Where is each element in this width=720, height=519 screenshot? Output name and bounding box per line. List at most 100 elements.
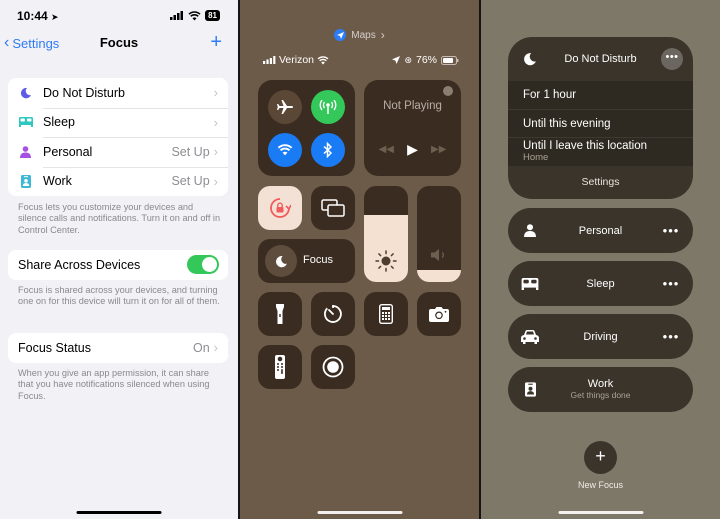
id-badge-icon xyxy=(20,174,31,188)
brightness-slider[interactable] xyxy=(364,186,408,282)
new-focus-button[interactable]: + xyxy=(584,441,617,474)
timer-icon xyxy=(324,305,342,323)
home-indicator[interactable] xyxy=(317,511,402,514)
bed-icon xyxy=(521,277,539,290)
moon-icon xyxy=(275,255,287,267)
location-arrow-icon xyxy=(334,29,347,41)
remote-icon xyxy=(275,355,285,379)
location-app-label: Maps xyxy=(351,29,376,41)
now-playing-module[interactable]: Not Playing ◀◀ ▶ ▶▶ xyxy=(364,80,461,176)
focus-mode-label: Driving xyxy=(583,330,618,343)
battery-percent: 76% xyxy=(415,54,437,66)
more-options-button[interactable]: ••• xyxy=(649,329,693,344)
timer-button[interactable] xyxy=(311,292,355,336)
focus-button[interactable]: Focus xyxy=(258,239,355,283)
screen-mirroring-button[interactable] xyxy=(311,186,355,230)
option-for-1-hour[interactable]: For 1 hour xyxy=(508,81,693,110)
focus-modes-list: Do Not Disturb › Sleep › Personal Set Up… xyxy=(8,78,228,196)
calculator-icon xyxy=(379,304,393,324)
rewind-button[interactable]: ◀◀ xyxy=(379,144,394,155)
duration-options: For 1 hour Until this evening Until I le… xyxy=(508,81,693,166)
moon-icon xyxy=(20,87,31,99)
new-focus-label: New Focus xyxy=(577,480,623,490)
battery-icon: 81 xyxy=(205,10,220,21)
wifi-icon xyxy=(188,10,201,20)
focus-mode-value: Set Up xyxy=(171,174,210,189)
flashlight-button[interactable] xyxy=(258,292,302,336)
orientation-lock-toggle[interactable] xyxy=(258,186,302,230)
focus-mode-label: Sleep xyxy=(586,277,615,290)
fast-forward-button[interactable]: ▶▶ xyxy=(431,144,446,155)
home-indicator[interactable] xyxy=(76,511,162,514)
focus-status-label: Focus Status xyxy=(18,340,91,355)
focus-status-row[interactable]: Focus Status On › xyxy=(8,333,228,363)
do-not-disturb-header[interactable]: Do Not Disturb ••• xyxy=(508,37,693,81)
focus-mode-sleep[interactable]: Sleep › xyxy=(8,107,228,138)
home-indicator[interactable] xyxy=(558,511,643,514)
status-time: 10:44 ➤ xyxy=(17,9,59,23)
option-label: Until this evening xyxy=(523,117,611,130)
focus-mode-label: Personal xyxy=(43,144,93,159)
rotation-lock-icon xyxy=(270,198,291,218)
option-until-leave-location[interactable]: Until I leave this location Home xyxy=(508,138,693,166)
more-options-button[interactable]: ••• xyxy=(649,276,693,291)
play-button[interactable]: ▶ xyxy=(407,141,418,158)
option-sublabel: Home xyxy=(523,152,549,163)
share-across-devices-toggle[interactable] xyxy=(187,255,219,275)
focus-mode-sublabel: Get things done xyxy=(570,389,631,400)
status-bar: 10:44 ➤ 81 xyxy=(0,9,238,25)
volume-slider[interactable] xyxy=(417,186,461,282)
airplane-mode-toggle[interactable] xyxy=(268,90,302,124)
focus-mode-driving[interactable]: Driving ••• xyxy=(508,314,693,359)
option-until-this-evening[interactable]: Until this evening xyxy=(508,110,693,138)
settings-label: Settings xyxy=(581,176,620,188)
more-options-button[interactable]: ••• xyxy=(649,223,693,238)
battery-icon xyxy=(441,55,459,65)
location-indicator[interactable]: Maps › xyxy=(240,28,479,42)
focus-settings-screen: 10:44 ➤ 81 ‹ Settings Focus + Do Not Dist… xyxy=(0,0,238,519)
screen-mirroring-icon xyxy=(321,199,345,217)
id-badge-icon xyxy=(524,382,536,397)
volume-level-fill xyxy=(417,270,461,282)
focus-status-value: On xyxy=(192,340,210,355)
navigation-bar: ‹ Settings Focus + xyxy=(0,31,238,54)
focus-mode-personal[interactable]: Personal ••• xyxy=(508,208,693,253)
focus-mode-personal[interactable]: Personal Set Up › xyxy=(8,137,228,167)
focus-mode-sleep[interactable]: Sleep ••• xyxy=(508,261,693,306)
wifi-toggle[interactable] xyxy=(268,133,302,167)
chevron-right-icon: › xyxy=(213,144,218,160)
location-arrow-icon: ➤ xyxy=(51,12,59,22)
calculator-button[interactable] xyxy=(364,292,408,336)
focus-mode-work[interactable]: Work Set Up › xyxy=(8,166,228,197)
focus-settings-button[interactable]: Settings xyxy=(508,166,693,198)
focus-mode-label: Personal xyxy=(578,224,623,237)
chevron-right-icon: › xyxy=(213,340,218,356)
chevron-right-icon: › xyxy=(213,85,218,101)
camera-icon xyxy=(429,307,449,322)
share-across-devices-label: Share Across Devices xyxy=(18,257,141,272)
focus-mode-label: Work xyxy=(587,377,614,390)
screen-recording-button[interactable] xyxy=(311,345,355,389)
focus-mode-work[interactable]: Work Get things done xyxy=(508,367,693,412)
cellular-data-toggle[interactable] xyxy=(311,90,345,124)
more-options-button[interactable]: ••• xyxy=(661,48,683,70)
control-center-screen: Maps › Verizon ⊛ 76% Not Playing ◀◀ ▶ ▶▶… xyxy=(240,0,479,519)
back-label: Settings xyxy=(12,35,60,51)
apple-tv-remote-button[interactable] xyxy=(258,345,302,389)
bluetooth-toggle[interactable] xyxy=(311,133,345,167)
camera-button[interactable] xyxy=(417,292,461,336)
focus-mode-label: Sleep xyxy=(43,115,75,130)
back-button[interactable]: ‹ Settings xyxy=(4,34,59,52)
wifi-icon xyxy=(317,55,329,65)
person-icon xyxy=(524,224,536,237)
record-icon xyxy=(322,356,344,378)
add-focus-button[interactable]: + xyxy=(210,31,222,54)
location-arrow-icon xyxy=(392,56,401,64)
antenna-icon xyxy=(319,100,337,114)
option-label: Until I leave this location xyxy=(523,140,648,152)
focus-mode-do-not-disturb[interactable]: Do Not Disturb › xyxy=(8,78,228,108)
focus-icon-circle xyxy=(265,245,297,277)
focus-status-group: Focus Status On › xyxy=(8,333,228,363)
sun-icon xyxy=(375,250,397,272)
airplay-icon[interactable] xyxy=(443,86,453,96)
